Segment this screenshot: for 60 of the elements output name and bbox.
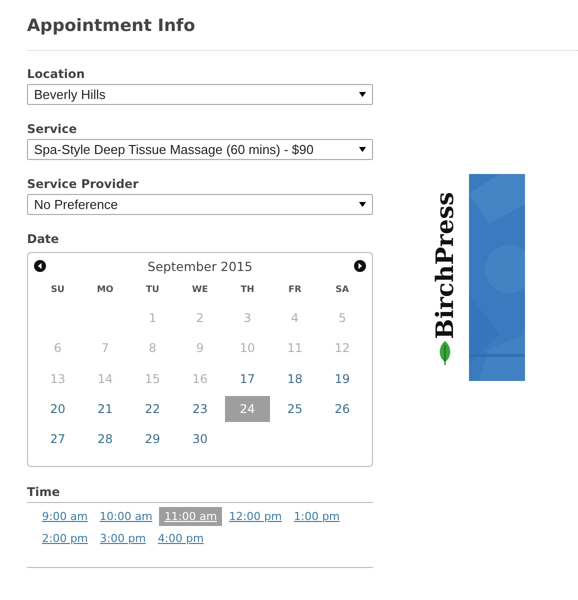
dropdown-field[interactable]: Beverly Hills xyxy=(27,84,373,105)
calendar-day: 8 xyxy=(130,335,176,362)
calendar-day[interactable]: 19 xyxy=(320,366,365,392)
logo-text: BirchPress xyxy=(430,192,459,340)
weekday-label: SA xyxy=(334,284,350,297)
previous-month-icon[interactable] xyxy=(34,260,46,272)
weekday-label: MO xyxy=(96,284,114,297)
calendar-day: 2 xyxy=(177,305,223,332)
time-slot-link[interactable]: 10:00 am xyxy=(94,507,158,526)
time-slot-link[interactable]: 4:00 pm xyxy=(152,529,209,548)
calendar-day[interactable]: 23 xyxy=(177,396,223,422)
calendar-day: 6 xyxy=(35,335,80,362)
calendar-day[interactable]: 25 xyxy=(272,396,318,422)
calendar-day: 1 xyxy=(130,305,176,332)
calendar-day[interactable]: 17 xyxy=(224,366,270,392)
weekday-label: WE xyxy=(190,284,210,297)
calendar-day[interactable]: 28 xyxy=(82,426,128,452)
weekday-label: FR xyxy=(287,284,302,297)
calendar-day[interactable]: 29 xyxy=(130,426,176,452)
calendar-day[interactable]: 27 xyxy=(35,426,80,452)
calendar-day: 14 xyxy=(82,366,128,392)
time-slot-link[interactable]: 9:00 am xyxy=(37,507,93,526)
weekday-label: TU xyxy=(144,284,160,297)
calendar-day: 4 xyxy=(272,305,318,332)
calendar-day: 5 xyxy=(320,305,365,332)
time-slot-link[interactable]: 2:00 pm xyxy=(37,529,93,548)
weekday-label: SU xyxy=(50,284,66,297)
calendar-day: 13 xyxy=(35,366,80,392)
leaf-icon xyxy=(438,341,452,366)
month-title: September 2015 xyxy=(148,258,252,274)
weekday-label: TH xyxy=(240,284,256,297)
dropdown-field[interactable]: No Preference xyxy=(27,194,373,215)
calendar-day[interactable]: 30 xyxy=(177,426,223,452)
calendar-day: 7 xyxy=(82,335,128,362)
section-heading: Appointment Info xyxy=(27,16,196,38)
calendar-day: 16 xyxy=(177,366,223,392)
dropdown-field[interactable]: Spa-Style Deep Tissue Massage (60 mins) - $90 xyxy=(27,139,373,160)
next-month-icon[interactable] xyxy=(354,260,366,272)
calendar-day[interactable]: 18 xyxy=(272,366,318,392)
field-label: Service xyxy=(27,122,78,137)
calendar-day: 11 xyxy=(272,335,318,362)
caret-icon xyxy=(359,92,366,97)
field-label: Date xyxy=(27,232,60,247)
calendar-day: 10 xyxy=(224,335,270,362)
field-label: Service Provider xyxy=(27,177,140,192)
calendar-day[interactable]: 20 xyxy=(35,396,80,422)
time-slot-link[interactable]: 1:00 pm xyxy=(288,507,345,526)
time-slot-link[interactable]: 12:00 pm xyxy=(224,507,287,526)
calendar-day: 12 xyxy=(320,335,365,362)
calendar-day: 3 xyxy=(224,305,270,332)
field-label: Location xyxy=(27,67,86,82)
caret-icon xyxy=(359,202,366,207)
calendar-day[interactable]: 21 xyxy=(82,396,128,422)
calendar-day: 15 xyxy=(130,366,176,392)
caret-icon xyxy=(359,147,366,152)
time-slot-link[interactable]: 3:00 pm xyxy=(94,529,151,548)
calendar-day[interactable]: 26 xyxy=(320,396,365,422)
field-label: Time xyxy=(27,485,61,500)
calendar-day[interactable]: 22 xyxy=(130,396,176,422)
calendar-day: 9 xyxy=(177,335,223,362)
